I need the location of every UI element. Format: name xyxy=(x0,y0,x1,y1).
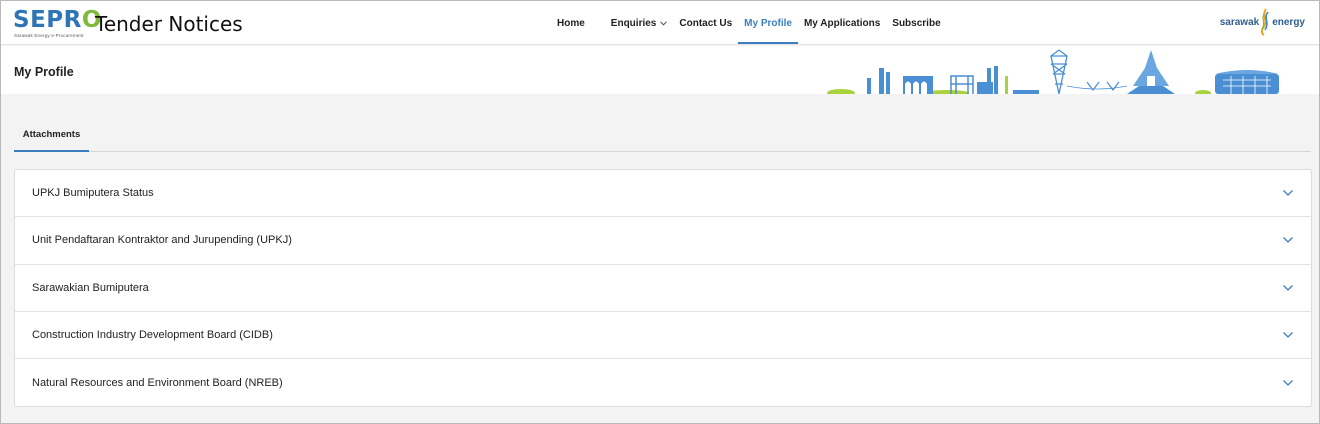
accordion-item-sarawakian-bumiputera[interactable]: Sarawakian Bumiputera xyxy=(15,265,1311,312)
chevron-down-icon[interactable] xyxy=(1282,379,1294,387)
nav-my-profile-label: My Profile xyxy=(744,17,792,29)
site-title: Tender Notices xyxy=(95,12,243,36)
tab-attachments[interactable]: Attachments xyxy=(14,119,89,152)
accordion-item-label: Construction Industry Development Board … xyxy=(32,329,273,342)
logo-text-r: R xyxy=(63,7,82,33)
chevron-down-icon[interactable] xyxy=(1282,284,1294,292)
logo-text-sep: SEP xyxy=(13,7,64,33)
chevron-down-icon xyxy=(660,20,668,26)
page-title: My Profile xyxy=(14,65,74,79)
accordion-item-label: UPKJ Bumiputera Status xyxy=(32,187,154,200)
chevron-down-icon[interactable] xyxy=(1282,189,1294,197)
brand-name-left: sarawak xyxy=(1219,16,1260,28)
accordion-item-upkj[interactable]: Unit Pendaftaran Kontraktor and Jurupend… xyxy=(15,217,1311,265)
accordion-item-nreb[interactable]: Natural Resources and Environment Board … xyxy=(15,359,1311,406)
logo-subtitle: Sarawak Energy e-Procurement xyxy=(14,33,84,38)
nav-my-profile[interactable]: My Profile xyxy=(738,1,798,45)
nav-enquiries[interactable]: Enquiries xyxy=(591,1,674,45)
nav-subscribe-label: Subscribe xyxy=(892,17,941,29)
chevron-down-icon[interactable] xyxy=(1282,236,1294,244)
chevron-down-icon[interactable] xyxy=(1282,331,1294,339)
attachments-accordion: UPKJ Bumiputera Status Unit Pendaftaran … xyxy=(14,169,1312,407)
sarawak-energy-logo[interactable]: sarawak energy xyxy=(1220,7,1305,37)
accordion-item-label: Sarawakian Bumiputera xyxy=(32,281,149,294)
sepro-logo[interactable]: SEPRO Sarawak Energy e-Procurement xyxy=(13,8,102,40)
accordion-item-label: Natural Resources and Environment Board … xyxy=(32,376,283,389)
page-banner: My Profile xyxy=(1,46,1319,94)
skyline-illustration xyxy=(827,49,1279,94)
main-nav: Home Enquiries Contact Us My Profile My … xyxy=(551,1,947,45)
app-window: SEPRO Sarawak Energy e-Procurement Tende… xyxy=(0,0,1320,424)
accordion-item-label: Unit Pendaftaran Kontraktor and Jurupend… xyxy=(32,234,292,247)
energy-swirl-icon xyxy=(1260,8,1270,36)
nav-contact-us-label: Contact Us xyxy=(679,17,733,29)
nav-contact-us[interactable]: Contact Us xyxy=(673,1,738,45)
nav-home-label: Home xyxy=(557,17,585,29)
top-navigation-bar: SEPRO Sarawak Energy e-Procurement Tende… xyxy=(1,1,1319,45)
nav-enquiries-label: Enquiries xyxy=(610,17,657,29)
brand-name-right: energy xyxy=(1272,16,1305,28)
accordion-item-cidb[interactable]: Construction Industry Development Board … xyxy=(15,312,1311,360)
nav-subscribe[interactable]: Subscribe xyxy=(886,1,946,45)
accordion-item-upkj-bumiputera-status[interactable]: UPKJ Bumiputera Status xyxy=(15,170,1311,218)
nav-my-applications[interactable]: My Applications xyxy=(798,1,886,45)
profile-tabs: Attachments xyxy=(14,119,1311,152)
nav-my-applications-label: My Applications xyxy=(803,17,881,29)
logo-mark: SEPRO xyxy=(13,8,102,32)
nav-home[interactable]: Home xyxy=(551,1,591,45)
